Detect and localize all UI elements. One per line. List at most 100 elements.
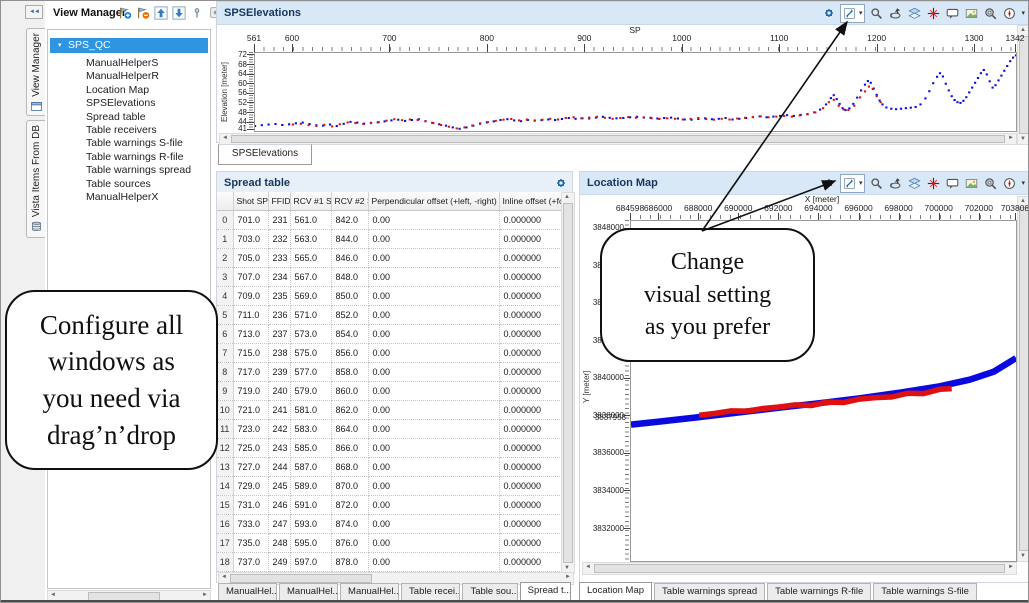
tab-table-warnings-r-file[interactable]: Table warnings R-file <box>767 583 871 601</box>
tab-spread-t-[interactable]: Spread t... <box>520 582 571 602</box>
row-index[interactable]: 4 <box>217 287 233 306</box>
table-cell[interactable]: 0.000000 <box>499 268 561 287</box>
row-index[interactable]: 13 <box>217 458 233 477</box>
column-header[interactable]: FFID <box>268 192 290 211</box>
zoom-region-icon[interactable] <box>982 6 998 21</box>
snapshot-icon[interactable] <box>963 6 979 21</box>
crosshair-icon[interactable] <box>925 6 941 21</box>
table-cell[interactable]: 737.0 <box>233 553 268 572</box>
row-index[interactable]: 18 <box>217 553 233 572</box>
table-cell[interactable]: 0.00 <box>368 553 499 572</box>
table-cell[interactable]: 0.00 <box>368 249 499 268</box>
scroll-down-arrow[interactable]: ▼ <box>1018 135 1028 144</box>
table-cell[interactable]: 0.000000 <box>499 287 561 306</box>
table-cell[interactable]: 585.0 <box>290 439 331 458</box>
table-cell[interactable]: 874.0 <box>331 515 368 534</box>
sidebar-tab-vista-items-from-db[interactable]: Vista Items From DB <box>26 120 45 238</box>
zoom-icon[interactable] <box>868 176 884 191</box>
elevation-plot-area[interactable] <box>254 52 1017 132</box>
column-header[interactable] <box>217 192 233 211</box>
tab-location-map[interactable]: Location Map <box>579 582 652 602</box>
table-cell[interactable]: 0.00 <box>368 439 499 458</box>
table-cell[interactable]: 735.0 <box>233 534 268 553</box>
table-cell[interactable]: 850.0 <box>331 287 368 306</box>
scroll-thumb[interactable] <box>230 574 372 583</box>
row-index[interactable]: 9 <box>217 382 233 401</box>
table-cell[interactable]: 723.0 <box>233 420 268 439</box>
scroll-up-arrow[interactable]: ▲ <box>562 193 572 202</box>
scroll-right-arrow[interactable]: ► <box>1006 134 1016 143</box>
compass-icon[interactable] <box>1001 176 1017 191</box>
table-cell[interactable]: 719.0 <box>233 382 268 401</box>
table-cell[interactable]: 864.0 <box>331 420 368 439</box>
table-cell[interactable]: 577.0 <box>290 363 331 382</box>
scroll-right-arrow[interactable]: ► <box>200 591 210 600</box>
tab-manualhel-[interactable]: ManualHel... <box>218 583 277 601</box>
remove-view-icon[interactable] <box>135 5 151 20</box>
lasso-icon[interactable] <box>887 176 903 191</box>
table-cell[interactable]: 713.0 <box>233 325 268 344</box>
table-cell[interactable]: 0.00 <box>368 534 499 553</box>
table-cell[interactable]: 0.000000 <box>499 306 561 325</box>
table-cell[interactable]: 240 <box>268 382 290 401</box>
row-index[interactable]: 15 <box>217 496 233 515</box>
chevron-down-icon[interactable]: ▾ <box>1020 179 1026 187</box>
fit-view-icon[interactable] <box>842 176 858 191</box>
table-cell[interactable]: 0.000000 <box>499 496 561 515</box>
collapse-sidebar-button[interactable]: ◄◄ <box>25 5 43 19</box>
table-cell[interactable]: 0.000000 <box>499 230 561 249</box>
table-cell[interactable]: 711.0 <box>233 306 268 325</box>
column-header[interactable]: Inline offset (+fo <box>499 192 561 211</box>
row-index[interactable]: 7 <box>217 344 233 363</box>
table-cell[interactable]: 0.000000 <box>499 553 561 572</box>
table-cell[interactable]: 0.00 <box>368 496 499 515</box>
scroll-thumb[interactable] <box>1019 36 1029 134</box>
table-cell[interactable]: 238 <box>268 344 290 363</box>
scroll-thumb[interactable] <box>1019 207 1029 551</box>
table-cell[interactable]: 579.0 <box>290 382 331 401</box>
table-cell[interactable]: 0.000000 <box>499 325 561 344</box>
table-cell[interactable]: 234 <box>268 268 290 287</box>
table-cell[interactable]: 856.0 <box>331 344 368 363</box>
table-cell[interactable]: 587.0 <box>290 458 331 477</box>
table-cell[interactable]: 246 <box>268 496 290 515</box>
lasso-icon[interactable] <box>887 6 903 21</box>
scroll-left-arrow[interactable]: ◄ <box>583 563 593 572</box>
table-cell[interactable]: 561.0 <box>290 211 331 230</box>
scroll-left-arrow[interactable]: ◄ <box>48 591 58 600</box>
table-cell[interactable]: 715.0 <box>233 344 268 363</box>
table-cell[interactable]: 854.0 <box>331 325 368 344</box>
table-cell[interactable]: 876.0 <box>331 534 368 553</box>
tab-spselevations[interactable]: SPSElevations <box>218 144 312 165</box>
row-index[interactable]: 6 <box>217 325 233 344</box>
row-index[interactable]: 10 <box>217 401 233 420</box>
table-cell[interactable]: 583.0 <box>290 420 331 439</box>
tree-item-manualhelpers[interactable]: ManualHelperS <box>50 56 208 70</box>
table-cell[interactable]: 731.0 <box>233 496 268 515</box>
layers-icon[interactable] <box>906 176 922 191</box>
comment-icon[interactable] <box>944 6 960 21</box>
table-cell[interactable]: 701.0 <box>233 211 268 230</box>
row-index[interactable]: 1 <box>217 230 233 249</box>
tree-item-table-warnings-spread[interactable]: Table warnings spread <box>50 163 208 177</box>
tab-table-warnings-s-file[interactable]: Table warnings S-file <box>873 583 977 601</box>
comment-icon[interactable] <box>944 176 960 191</box>
table-cell[interactable]: 573.0 <box>290 325 331 344</box>
table-cell[interactable]: 0.000000 <box>499 534 561 553</box>
table-cell[interactable]: 589.0 <box>290 477 331 496</box>
chevron-down-icon[interactable]: ▾ <box>1020 9 1026 17</box>
tree-item-spread-table[interactable]: Spread table <box>50 110 208 124</box>
table-cell[interactable]: 721.0 <box>233 401 268 420</box>
row-index[interactable]: 0 <box>217 211 233 230</box>
table-cell[interactable]: 0.00 <box>368 344 499 363</box>
tree-item-location-map[interactable]: Location Map <box>50 83 208 97</box>
tab-manualhel-[interactable]: ManualHel... <box>279 583 338 601</box>
table-cell[interactable]: 0.000000 <box>499 249 561 268</box>
table-cell[interactable]: 243 <box>268 439 290 458</box>
tree-item-table-receivers[interactable]: Table receivers <box>50 123 208 137</box>
tab-table-recei-[interactable]: Table recei... <box>401 583 460 601</box>
row-index[interactable]: 2 <box>217 249 233 268</box>
table-cell[interactable]: 707.0 <box>233 268 268 287</box>
table-cell[interactable]: 0.000000 <box>499 363 561 382</box>
zoom-region-icon[interactable] <box>982 176 998 191</box>
